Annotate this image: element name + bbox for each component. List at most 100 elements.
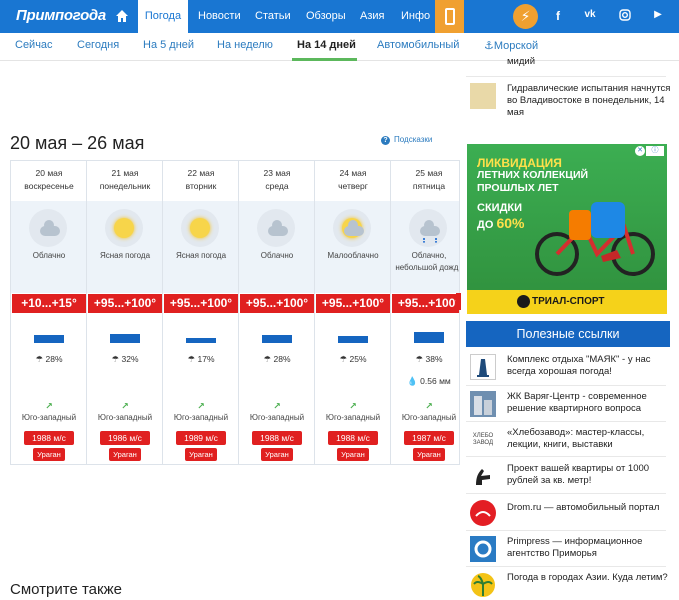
vk-icon[interactable]: vk [582,9,598,20]
wind-direction: Юго-западный [173,413,229,422]
nav-item-news[interactable]: Новости [198,0,241,33]
cloudy-icon [29,209,67,247]
sun-icon [181,209,219,247]
nav-item-info[interactable]: Инфо [401,0,430,33]
lighthouse-logo-icon [470,354,496,380]
tab-5-days[interactable]: На 5 дней [143,39,194,51]
see-also-heading: Смотрите также [10,581,122,598]
primpress-logo-icon [470,536,496,562]
forecast-date: 25 мая [415,168,443,178]
temperature-range: +95...+100° [88,294,162,313]
tab-today[interactable]: Сегодня [77,39,119,51]
ad-close-icon[interactable]: ✕ [635,146,645,156]
nav-item-reviews[interactable]: Обзоры [306,0,346,33]
nav-item-articles[interactable]: Статьи [255,0,291,33]
top-nav: Примпогода Погода Новости Статьи Обзоры … [0,0,679,33]
umbrella-icon: ☂ [111,354,122,364]
lightning-icon[interactable]: ⚡ [513,4,538,29]
divider [466,566,666,567]
ad-line-prefix: ДО [477,219,497,231]
wind-arrow-icon: ↗ [197,401,205,411]
divider [466,456,666,457]
wind-speed-badge: 1986 м/с [100,431,150,445]
hurricane-warning-badge: Ураган [109,448,141,461]
khlebozavod-logo-icon: ХЛЕБО ЗАВОД [470,427,496,453]
active-tab-indicator [292,58,357,61]
precipitation-bar [414,332,444,343]
forecast-weekday: среда [265,181,289,191]
precipitation-value: 28% [273,354,291,364]
partly-cloudy-icon [333,209,371,247]
site-logo[interactable]: Примпогода [16,7,106,24]
precipitation-bar [34,335,64,343]
next-column-edge [456,293,461,310]
useful-link-text: Drom.ru — автомобильный портал [507,502,660,513]
palm-tree-icon [470,572,496,598]
precipitation-probability: ☂ 32% [87,354,163,365]
drom-logo-icon [470,500,496,526]
hurricane-warning-badge: Ураган [261,448,293,461]
hand-icon [470,463,496,489]
news-thumbnail [470,83,496,109]
facebook-icon[interactable]: f [550,9,566,23]
cloudy-icon [257,209,295,247]
wind-speed-badge: 1988 м/с [24,431,74,445]
precipitation-value: 25% [349,354,367,364]
wind-direction: Юго-западный [325,413,381,422]
precipitation-value: 38% [425,354,443,364]
forecast-day-column: 22 мая вторник Ясная погода +95...+100° ☂ 17… [163,161,239,464]
sun-shape [114,218,134,238]
temperature-range: +10...+15° [12,294,86,313]
precipitation-probability: ☂ 28% [239,354,315,365]
ad-brand: ТРИАЛ-СПОРТ [532,296,605,307]
nav-item-asia[interactable]: Азия [360,0,384,33]
tab-marine[interactable]: ⚓Морской [484,39,538,52]
tab-week[interactable]: На неделю [217,39,273,51]
umbrella-icon: ☂ [35,354,46,364]
page-title: 20 мая – 26 мая [10,133,145,153]
forecast-day-column: 23 мая среда Облачно +95...+100° ☂ 28% ↗ Юго-з… [239,161,315,464]
hurricane-warning-badge: Ураган [337,448,369,461]
tab-14-days[interactable]: На 14 дней [297,39,356,51]
temperature-range: +95...+100° [316,294,390,313]
advertisement-banner[interactable]: ✕ ⓘ ЛИКВИДАЦИЯ ЛЕТНИХ КОЛЛЕКЦИЙ ПРОШЛЫХ … [467,144,667,314]
forecast-date: 23 мая [263,168,291,178]
weather-condition: Ясная погода [99,251,151,260]
forecast-date: 20 мая [35,168,63,178]
wind-speed-badge: 1988 м/с [252,431,302,445]
divider [466,493,666,494]
precipitation-bar [338,336,368,343]
instagram-icon[interactable] [617,9,633,24]
ad-brand-bar: ТРИАЛ-СПОРТ [467,290,667,314]
hurricane-warning-badge: Ураган [185,448,217,461]
forecast-day-column: 20 мая воскресенье Облачно +10...+15° ☂ 28% ↗… [11,161,87,464]
precipitation-probability: ☂ 28% [11,354,87,365]
ad-line: ПРОШЛЫХ ЛЕТ [477,182,559,194]
youtube-icon[interactable]: ▶ [650,9,666,20]
useful-link-text: «Хлебозавод»: мастер-классы, лекции, кни… [507,427,645,450]
home-icon[interactable] [115,9,129,23]
forecast-weekday: вторник [185,181,217,191]
divider [466,421,666,422]
temperature-range: +95...+100° [240,294,314,313]
hurricane-warning-badge: Ураган [33,448,65,461]
tab-marine-label: Морской [493,40,539,52]
wind-arrow-icon: ↗ [349,401,357,411]
ad-info-icon[interactable]: ⓘ [646,146,664,156]
forecast-day-column: 21 мая понедельник Ясная погода +95...+100°… [87,161,163,464]
hints-label: Подсказки [394,135,433,144]
tab-now[interactable]: Сейчас [15,39,53,51]
forecast-grid: 20 мая воскресенье Облачно +10...+15° ☂ 28% ↗… [10,160,460,465]
wind-speed-badge: 1988 м/с [328,431,378,445]
hints-link[interactable]: ? Подсказки [381,135,432,145]
useful-links-heading: Полезные ссылки [466,321,670,347]
sun-icon [105,209,143,247]
cloud-shape [420,220,440,236]
phone-icon [445,8,455,25]
precipitation-probability: ☂ 25% [315,354,391,365]
mobile-version-button[interactable] [435,0,464,33]
tab-automobile[interactable]: Автомобильный [377,39,459,51]
nav-item-weather[interactable]: Погода [138,0,188,33]
precipitation-value: 17% [197,354,215,364]
precipitation-mm: 0.56 мм [420,376,451,386]
